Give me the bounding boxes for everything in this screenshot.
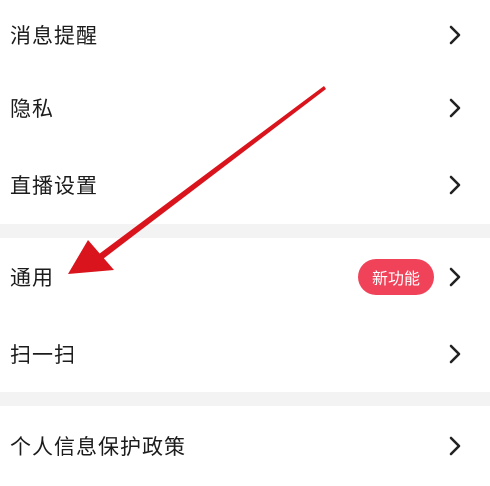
section-divider [0,224,490,238]
new-feature-badge: 新功能 [357,259,434,295]
settings-item-label: 扫一扫 [10,343,76,367]
settings-item-label: 个人信息保护政策 [10,435,186,459]
chevron-right-icon [444,434,466,458]
settings-item-live-settings[interactable]: 直播设置 [0,146,490,224]
settings-item-general[interactable]: 通用 新功能 [0,238,490,316]
settings-item-label: 消息提醒 [10,24,98,48]
chevron-right-icon [444,265,466,289]
settings-item-message-reminder[interactable]: 消息提醒 [0,0,490,70]
settings-item-label: 通用 [10,266,54,290]
chevron-right-icon [444,23,466,47]
settings-item-privacy[interactable]: 隐私 [0,70,490,146]
chevron-right-icon [444,96,466,120]
chevron-right-icon [444,342,466,366]
settings-item-label: 直播设置 [10,174,98,198]
chevron-right-icon [444,173,466,197]
section-divider [0,392,490,406]
settings-item-scan[interactable]: 扫一扫 [0,316,490,392]
settings-item-label: 隐私 [10,97,54,121]
settings-list: 消息提醒 隐私 直播设置 通用 新功能 扫一扫 个人信息保护政策 [0,0,490,486]
settings-item-personal-info-protection-policy[interactable]: 个人信息保护政策 [0,406,490,486]
